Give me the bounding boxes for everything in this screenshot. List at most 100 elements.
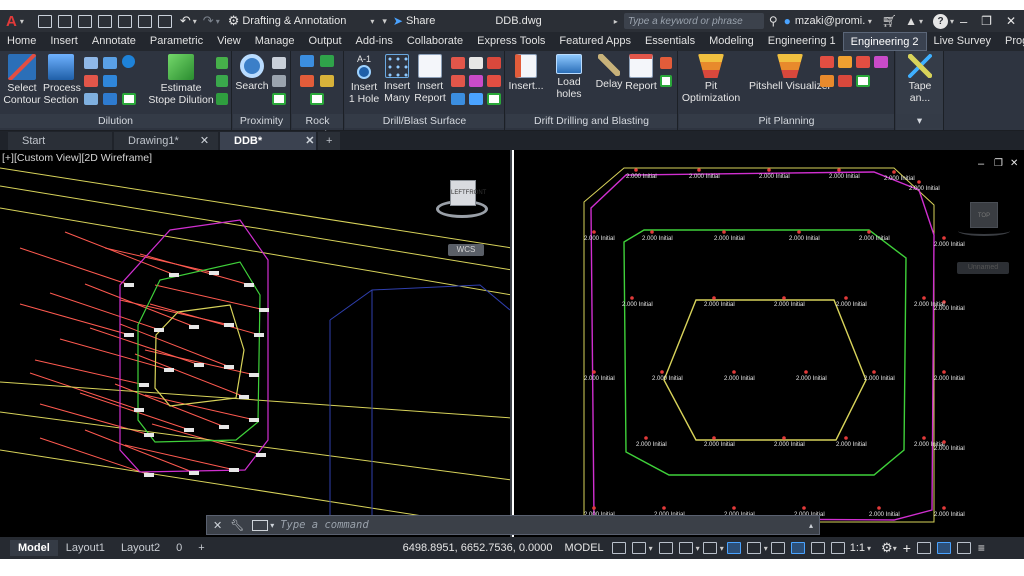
right-viewcube-top-face[interactable]: TOP — [978, 213, 990, 219]
window-restore-button[interactable]: ❐ — [981, 14, 992, 28]
tape-dropdown[interactable]: ▾ — [896, 114, 943, 128]
drift-tool-1-icon[interactable] — [660, 57, 672, 69]
gear-icon[interactable]: ⚙ — [228, 13, 240, 29]
report-button[interactable]: Report — [624, 54, 658, 92]
tab-collaborate[interactable]: Collaborate — [400, 32, 470, 51]
drill-tool-1-icon[interactable] — [451, 57, 465, 69]
proximity-tool-1-icon[interactable] — [272, 57, 286, 69]
tab-annotate[interactable]: Annotate — [85, 32, 143, 51]
load-holes-button[interactable]: Load holes — [544, 54, 594, 100]
viewcube[interactable]: LEFT FRONT — [436, 178, 488, 222]
window-close-button[interactable]: ✕ — [1006, 14, 1016, 28]
tab-featured-apps[interactable]: Featured Apps — [552, 32, 638, 51]
cmdline-scroll-icon[interactable]: ▴ — [809, 521, 813, 530]
cmdline-dropdown-icon[interactable]: ▾ — [270, 521, 274, 530]
viewcube-box[interactable]: LEFT FRONT — [450, 180, 486, 206]
object-snap-tracking-icon[interactable] — [726, 542, 741, 554]
grid-icon[interactable] — [611, 542, 626, 554]
cmdline-recent-commands-icon[interactable] — [252, 519, 269, 531]
dilution-tool-2-icon[interactable] — [103, 57, 117, 69]
insert-1-hole-button[interactable]: A-1 Insert 1 Hole — [347, 53, 381, 105]
rock-mech-tool-3-icon[interactable] — [300, 75, 314, 87]
dilution-check-icon[interactable] — [122, 93, 136, 105]
tab-output[interactable]: Output — [302, 32, 349, 51]
select-contour-button[interactable]: Select Contour — [2, 54, 42, 106]
undo-icon[interactable]: ↶ — [180, 13, 191, 29]
viewcube-left-face[interactable]: LEFT — [451, 190, 466, 196]
auto-scale-icon[interactable] — [810, 542, 825, 554]
cursor-coordinates[interactable]: 6498.8951, 6652.7536, 0.0000 — [403, 542, 553, 554]
tab-add-ins[interactable]: Add-ins — [349, 32, 400, 51]
drift-insert-button[interactable]: Insert... — [508, 54, 544, 92]
viewport-minimize-button[interactable]: – — [978, 158, 984, 170]
ortho-icon[interactable] — [658, 542, 673, 554]
viewport-close-button[interactable]: ✕ — [1010, 158, 1018, 169]
tab-ddb[interactable]: DDB* ✕ — [220, 132, 316, 150]
tab-layout-0[interactable]: 0 — [168, 540, 190, 556]
tab-express-tools[interactable]: Express Tools — [470, 32, 552, 51]
search-expand-icon[interactable]: ▸ — [614, 17, 618, 26]
print-icon[interactable] — [157, 14, 172, 28]
save-as-icon[interactable] — [97, 14, 112, 28]
share-button[interactable]: Share — [406, 15, 435, 27]
cart-icon[interactable]: 🛒︎ — [882, 14, 897, 28]
drill-tool-4-icon[interactable] — [451, 75, 465, 87]
polar-dropdown-icon[interactable]: ▾ — [696, 544, 700, 553]
viewport-label[interactable]: [+][Custom View][2D Wireframe] — [2, 152, 152, 164]
pit-tool-3-icon[interactable] — [856, 56, 870, 68]
dilution-tool-4-icon[interactable] — [84, 75, 98, 87]
rock-mech-tool-2-icon[interactable] — [320, 55, 334, 67]
process-section-button[interactable]: Process Section — [43, 54, 81, 106]
undo-dropdown-icon[interactable]: ▾ — [193, 17, 197, 26]
tab-manage[interactable]: Manage — [248, 32, 302, 51]
pit-tool-1-icon[interactable] — [820, 56, 834, 68]
annotation-scale-value[interactable]: 1:1 — [850, 542, 865, 554]
pit-tool-6-icon[interactable] — [838, 75, 852, 87]
new-tab-button[interactable]: + — [318, 132, 341, 150]
clean-screen-icon[interactable] — [956, 542, 971, 554]
new-file-icon[interactable] — [37, 14, 52, 28]
tab-layout1[interactable]: Layout1 — [58, 540, 113, 556]
isolate-objects-icon[interactable] — [916, 542, 931, 554]
drill-tool-5-icon[interactable] — [469, 75, 483, 87]
tab-progeox[interactable]: Progeox — [998, 32, 1024, 51]
save-icon[interactable] — [77, 14, 92, 28]
workspace-dropdown-icon[interactable]: ▾ — [370, 17, 374, 26]
right-viewcube-ring[interactable] — [958, 226, 1010, 236]
tab-view[interactable]: View — [210, 32, 248, 51]
viewport-left[interactable]: [+][Custom View][2D Wireframe] LEFT FRON… — [0, 150, 512, 537]
viewport-restore-button[interactable]: ❐ — [994, 158, 1003, 169]
drift-check-icon[interactable] — [660, 75, 672, 87]
help-icon[interactable]: ? — [933, 13, 949, 29]
rock-mech-check-icon[interactable] — [310, 93, 324, 105]
isodraft-icon[interactable] — [702, 542, 717, 554]
keyword-search-input[interactable]: Type a keyword or phrase — [623, 13, 764, 29]
proximity-search-button[interactable]: Search — [235, 54, 269, 92]
tab-engineering-2[interactable]: Engineering 2 — [842, 32, 927, 51]
tab-engineering-1[interactable]: Engineering 1 — [761, 32, 843, 51]
add-layout-button[interactable]: + — [190, 540, 212, 556]
redo-dropdown-icon[interactable]: ▾ — [216, 17, 220, 26]
dilution-tool-9-icon[interactable] — [216, 75, 228, 87]
right-ucs-menu[interactable]: Unnamed — [957, 262, 1009, 274]
command-input[interactable]: Type a command — [280, 519, 369, 531]
tab-parametric[interactable]: Parametric — [143, 32, 210, 51]
app-menu-dropdown-icon[interactable]: ▾ — [20, 17, 24, 26]
drill-tool-3-icon[interactable] — [487, 57, 501, 69]
insert-many-button[interactable]: Insert Many — [381, 54, 413, 104]
tab-essentials[interactable]: Essentials — [638, 32, 702, 51]
tab-live-survey[interactable]: Live Survey — [927, 32, 998, 51]
dilution-tool-5-icon[interactable] — [103, 75, 117, 87]
autodesk-a360-icon[interactable]: ▲ — [905, 14, 917, 28]
tab-insert[interactable]: Insert — [43, 32, 85, 51]
model-space-toggle[interactable]: MODEL — [565, 542, 604, 554]
snap-icon[interactable] — [631, 542, 646, 554]
user-dropdown-icon[interactable]: ▾ — [868, 17, 872, 26]
tab-drawing1[interactable]: Drawing1* ✕ — [114, 132, 218, 150]
dilution-tool-1-icon[interactable] — [84, 57, 98, 69]
workspace-gear-icon[interactable]: ⚙ — [881, 540, 893, 556]
snap-dropdown-icon[interactable]: ▾ — [649, 544, 653, 553]
viewcube-front-face[interactable]: FRONT — [466, 190, 487, 196]
redo-icon[interactable]: ↷ — [203, 13, 214, 29]
drill-tool-8-icon[interactable] — [469, 93, 483, 105]
